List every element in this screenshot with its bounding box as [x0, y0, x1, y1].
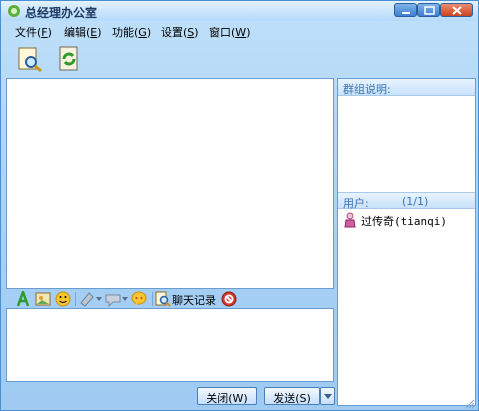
close-window-button[interactable] — [440, 3, 473, 17]
send-options-button[interactable] — [320, 387, 335, 405]
title-bar: 总经理办公室 — [1, 1, 478, 21]
app-icon — [8, 5, 20, 17]
refresh-document-icon[interactable] — [55, 45, 83, 73]
shake-icon[interactable] — [105, 291, 121, 307]
menu-bar: 文件(F) 编辑(E) 功能(G) 设置(S) 窗口(W) — [1, 21, 478, 39]
font-icon[interactable] — [15, 291, 31, 307]
chevron-down-icon[interactable] — [96, 296, 102, 302]
bubble-icon[interactable] — [131, 291, 147, 307]
menu-file[interactable]: 文件(F) — [15, 24, 52, 40]
users-count: (1/1) — [402, 195, 429, 208]
resize-grip[interactable] — [465, 399, 475, 409]
close-button[interactable]: 关闭(W) — [197, 387, 257, 405]
send-button[interactable]: 发送(S) — [264, 387, 320, 405]
main-toolbar — [1, 41, 478, 75]
menu-window[interactable]: 窗口(W) — [209, 24, 250, 40]
message-history-area[interactable] — [6, 78, 334, 289]
users-label: 用户: — [343, 197, 369, 210]
chat-history-icon[interactable] — [155, 291, 171, 307]
search-document-icon[interactable] — [16, 45, 44, 73]
maximize-button[interactable] — [417, 3, 440, 17]
chevron-down-icon[interactable] — [122, 296, 128, 302]
menu-edit[interactable]: 编辑(E) — [64, 24, 102, 40]
message-input[interactable] — [6, 308, 334, 382]
maximize-icon — [424, 6, 435, 15]
user-name: 过传奇(tianqi) — [361, 215, 447, 228]
menu-settings[interactable]: 设置(S) — [161, 24, 199, 40]
image-icon[interactable] — [35, 291, 51, 307]
chat-history-button[interactable]: 聊天记录 — [172, 292, 216, 308]
close-icon — [452, 6, 462, 15]
format-toolbar: 聊天记录 — [6, 290, 334, 308]
window-title: 总经理办公室 — [25, 6, 98, 20]
users-header: 用户: (1/1) — [338, 192, 475, 210]
menu-function[interactable]: 功能(G) — [112, 24, 151, 40]
group-sidebar: 群组说明: 用户: (1/1) 过传奇(tianqi) — [337, 78, 476, 406]
minimize-icon — [402, 12, 410, 14]
screenshot-icon[interactable] — [79, 291, 95, 307]
chat-window: 总经理办公室 文件(F) 编辑(E) 功能(G) 设置(S) 窗口(W) 聊天记… — [0, 0, 479, 411]
separator — [75, 292, 76, 306]
block-icon[interactable] — [221, 291, 237, 307]
emoji-icon[interactable] — [55, 291, 71, 307]
avatar — [344, 212, 356, 228]
minimize-button[interactable] — [394, 3, 417, 17]
separator — [152, 292, 153, 306]
chevron-down-icon — [323, 394, 332, 399]
group-description-header: 群组说明: — [338, 79, 475, 96]
user-list-item[interactable]: 过传奇(tianqi) — [343, 212, 473, 228]
